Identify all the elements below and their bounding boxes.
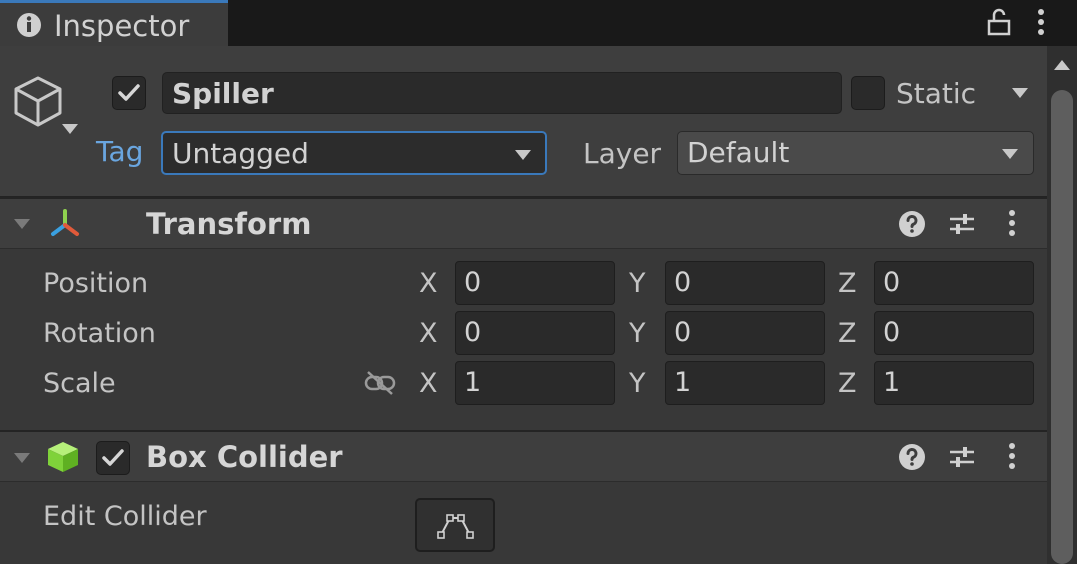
tag-label: Tag [96,135,144,168]
position-x-value: 0 [464,267,482,298]
layer-dropdown[interactable]: Default [677,131,1034,175]
scale-y-label[interactable]: Y [629,367,646,401]
transform-title: Transform [146,207,312,241]
static-dropdown-icon[interactable] [1010,86,1030,100]
box-collider-enabled-checkbox[interactable] [96,441,130,475]
tab-inspector[interactable]: Inspector [0,0,228,46]
kebab-menu-icon[interactable] [1005,208,1019,238]
static-label: Static [896,77,977,110]
box-collider-header[interactable]: Box Collider [0,430,1047,482]
foldout-arrow-icon[interactable] [12,217,32,231]
box-collider-icon [46,440,80,474]
rotation-x-value: 0 [464,317,482,348]
scale-x-field[interactable]: 1 [455,361,615,405]
edit-collider-icon [437,510,475,540]
position-y-field[interactable]: 0 [665,261,825,305]
info-icon [16,12,42,38]
sliders-icon[interactable] [948,443,976,471]
kebab-menu-icon[interactable] [1005,441,1019,471]
scroll-up-arrow-icon[interactable] [1052,58,1072,72]
position-z-field[interactable]: 0 [874,261,1034,305]
lock-icon[interactable] [986,8,1012,36]
scrollbar-thumb[interactable] [1051,90,1073,564]
kebab-menu-icon[interactable] [1034,7,1048,37]
scale-x-value: 1 [464,367,482,398]
scale-z-value: 1 [883,367,901,398]
name-input[interactable]: Spiller [162,72,842,114]
rotation-z-value: 0 [883,317,901,348]
chevron-down-icon[interactable] [60,122,80,136]
layer-value: Default [687,136,790,169]
tag-value: Untagged [172,137,309,170]
edit-collider-button[interactable] [415,498,495,552]
chevron-down-icon [1000,147,1020,161]
rotation-label: Rotation [43,318,156,349]
position-y-label[interactable]: Y [629,267,646,301]
cube-outline-icon [10,74,66,130]
tag-dropdown[interactable]: Untagged [161,131,547,175]
scale-y-value: 1 [674,367,692,398]
position-z-label[interactable]: Z [838,267,857,301]
rotation-x-label[interactable]: X [419,317,438,351]
help-icon[interactable] [898,210,926,238]
foldout-arrow-icon[interactable] [12,451,32,465]
scale-z-field[interactable]: 1 [874,361,1034,405]
static-checkbox[interactable] [851,76,885,110]
scale-y-field[interactable]: 1 [665,361,825,405]
scale-x-label[interactable]: X [419,367,438,401]
help-icon[interactable] [898,443,926,471]
position-label: Position [43,268,149,299]
edit-collider-label: Edit Collider [43,501,207,532]
box-collider-title: Box Collider [146,440,343,474]
position-x-label[interactable]: X [419,267,438,301]
transform-header[interactable]: Transform [0,197,1047,249]
rotation-y-value: 0 [674,317,692,348]
rotation-y-label[interactable]: Y [629,317,646,351]
layer-label: Layer [583,137,662,170]
rotation-y-field[interactable]: 0 [665,311,825,355]
position-y-value: 0 [674,267,692,298]
sliders-icon[interactable] [948,210,976,238]
active-checkbox[interactable] [112,76,146,110]
scale-z-label[interactable]: Z [838,367,857,401]
position-z-value: 0 [883,267,901,298]
chevron-down-icon [513,148,533,162]
unlinked-chain-icon[interactable] [364,370,396,396]
tab-title: Inspector [54,9,190,43]
rotation-z-field[interactable]: 0 [874,311,1034,355]
name-input-value: Spiller [172,77,274,110]
rotation-x-field[interactable]: 0 [455,311,615,355]
position-x-field[interactable]: 0 [455,261,615,305]
rotation-z-label[interactable]: Z [838,317,857,351]
transform-gizmo-icon [48,207,82,241]
scale-label: Scale [43,368,116,399]
